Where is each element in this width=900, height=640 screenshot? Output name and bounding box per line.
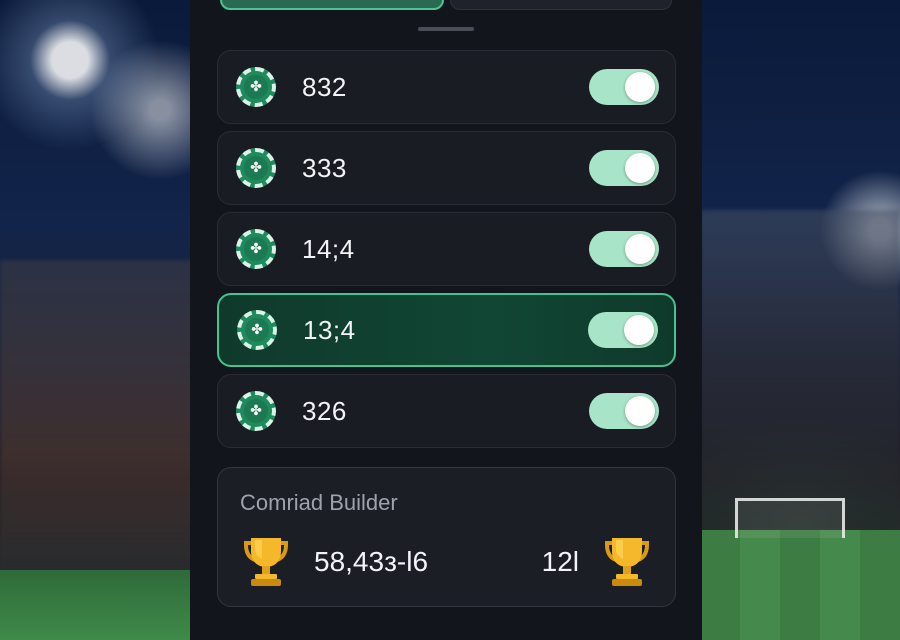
- builder-title: Comriad Builder: [240, 490, 398, 515]
- clover-chip-icon: ✤: [236, 67, 276, 107]
- clover-chip-icon: ✤: [237, 310, 277, 350]
- row-value: 13;4: [303, 314, 356, 345]
- toggle-knob: [625, 234, 655, 264]
- toggle-knob: [625, 153, 655, 183]
- toggle-switch[interactable]: [589, 393, 659, 429]
- trophy-icon: [599, 535, 655, 589]
- builder-summary: 58,43з-l6 12l: [238, 534, 655, 590]
- option-list: ✤ 832 ✤ 333 ✤ 14;4 ✤ 13;4 ✤ 326: [217, 50, 676, 455]
- toggle-switch[interactable]: [589, 231, 659, 267]
- toggle-knob: [625, 396, 655, 426]
- stadium-stand-left: [0, 260, 200, 580]
- pitch-left: [0, 570, 200, 640]
- tab-inactive[interactable]: [450, 0, 672, 10]
- row-value: 14;4: [302, 233, 355, 264]
- list-item[interactable]: ✤ 14;4: [217, 212, 676, 286]
- list-item[interactable]: ✤ 832: [217, 50, 676, 124]
- list-item[interactable]: ✤ 333: [217, 131, 676, 205]
- builder-card[interactable]: Comriad Builder 58,43з-l6 12l: [217, 467, 676, 607]
- clover-chip-icon: ✤: [236, 229, 276, 269]
- stadium-stand-right: [700, 210, 900, 530]
- drag-handle[interactable]: [418, 27, 474, 31]
- toggle-switch[interactable]: [589, 69, 659, 105]
- toggle-knob: [624, 315, 654, 345]
- trophy-icon: [238, 535, 294, 589]
- list-item[interactable]: ✤ 326: [217, 374, 676, 448]
- builder-count: 12l: [541, 546, 579, 577]
- goal-post: [735, 498, 845, 538]
- toggle-switch[interactable]: [588, 312, 658, 348]
- pitch-right: [700, 530, 900, 640]
- builder-score: 58,43з-l6: [314, 546, 429, 577]
- clover-chip-icon: ✤: [236, 391, 276, 431]
- row-value: 333: [302, 152, 347, 183]
- list-item-selected[interactable]: ✤ 13;4: [217, 293, 676, 367]
- row-value: 326: [302, 395, 347, 426]
- tab-active[interactable]: [220, 0, 444, 10]
- toggle-switch[interactable]: [589, 150, 659, 186]
- row-value: 832: [302, 71, 347, 102]
- toggle-knob: [625, 72, 655, 102]
- clover-chip-icon: ✤: [236, 148, 276, 188]
- top-tabs: [220, 0, 672, 10]
- selection-panel: ✤ 832 ✤ 333 ✤ 14;4 ✤ 13;4 ✤ 326 Comriad …: [190, 0, 702, 640]
